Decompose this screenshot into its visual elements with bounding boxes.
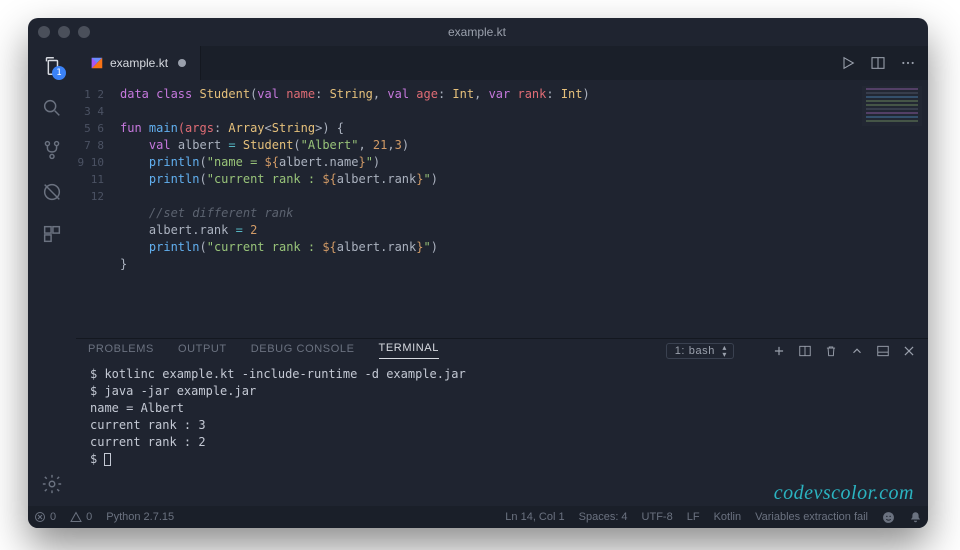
close-dot[interactable] bbox=[38, 26, 50, 38]
watermark: codevscolor.com bbox=[774, 485, 914, 502]
editor-group: example.kt 1 2 3 4 5 6 7 8 9 10 11 12 da… bbox=[76, 46, 928, 506]
code-content[interactable]: data class Student(val name: String, val… bbox=[114, 80, 928, 338]
status-cursor-pos[interactable]: Ln 14, Col 1 bbox=[505, 511, 564, 523]
panel-actions bbox=[772, 344, 916, 358]
status-errors[interactable]: 0 bbox=[34, 511, 56, 523]
source-control-icon[interactable] bbox=[40, 138, 64, 162]
more-icon[interactable] bbox=[900, 55, 916, 71]
line-gutter: 1 2 3 4 5 6 7 8 9 10 11 12 bbox=[76, 80, 114, 338]
panel-tab-debug-console[interactable]: DEBUG CONSOLE bbox=[251, 343, 355, 359]
status-warnings[interactable]: 0 bbox=[70, 511, 92, 523]
activity-bar: 1 bbox=[28, 46, 76, 506]
panel-tab-output[interactable]: OUTPUT bbox=[178, 343, 227, 359]
status-eol[interactable]: LF bbox=[687, 511, 700, 523]
maximize-panel-icon[interactable] bbox=[850, 344, 864, 358]
run-icon[interactable] bbox=[840, 55, 856, 71]
dirty-indicator-icon bbox=[178, 59, 186, 67]
minimap[interactable] bbox=[862, 86, 922, 126]
new-terminal-icon[interactable] bbox=[772, 344, 786, 358]
terminal-selector[interactable]: 1: bash bbox=[666, 343, 734, 359]
titlebar: example.kt bbox=[28, 18, 928, 46]
workbench: 1 example.kt bbox=[28, 46, 928, 506]
kotlin-file-icon bbox=[90, 56, 104, 70]
explorer-icon[interactable]: 1 bbox=[40, 54, 64, 78]
bottom-panel: PROBLEMS OUTPUT DEBUG CONSOLE TERMINAL 1… bbox=[76, 338, 928, 506]
panel-tab-terminal[interactable]: TERMINAL bbox=[379, 342, 439, 359]
zoom-dot[interactable] bbox=[78, 26, 90, 38]
minimize-dot[interactable] bbox=[58, 26, 70, 38]
terminal[interactable]: $ kotlinc example.kt -include-runtime -d… bbox=[76, 362, 928, 506]
explorer-badge: 1 bbox=[52, 66, 66, 80]
status-bar: 0 0 Python 2.7.15 Ln 14, Col 1 Spaces: 4… bbox=[28, 506, 928, 528]
editor[interactable]: 1 2 3 4 5 6 7 8 9 10 11 12 data class St… bbox=[76, 80, 928, 338]
status-extra[interactable]: Variables extraction fail bbox=[755, 511, 868, 523]
tab-bar: example.kt bbox=[76, 46, 928, 80]
split-terminal-icon[interactable] bbox=[798, 344, 812, 358]
tab-label: example.kt bbox=[110, 56, 168, 70]
panel-tabs: PROBLEMS OUTPUT DEBUG CONSOLE TERMINAL 1… bbox=[76, 339, 928, 362]
split-editor-icon[interactable] bbox=[870, 55, 886, 71]
kill-terminal-icon[interactable] bbox=[824, 344, 838, 358]
status-python[interactable]: Python 2.7.15 bbox=[106, 511, 174, 523]
toggle-panel-icon[interactable] bbox=[876, 344, 890, 358]
editor-window: example.kt 1 bbox=[28, 18, 928, 528]
status-encoding[interactable]: UTF-8 bbox=[642, 511, 673, 523]
debug-icon[interactable] bbox=[40, 180, 64, 204]
extensions-icon[interactable] bbox=[40, 222, 64, 246]
status-feedback-icon[interactable] bbox=[882, 511, 895, 524]
status-bell-icon[interactable] bbox=[909, 511, 922, 524]
tab-example-kt[interactable]: example.kt bbox=[76, 46, 201, 80]
panel-tab-problems[interactable]: PROBLEMS bbox=[88, 343, 154, 359]
settings-gear-icon[interactable] bbox=[40, 472, 64, 496]
search-icon[interactable] bbox=[40, 96, 64, 120]
status-language[interactable]: Kotlin bbox=[714, 511, 742, 523]
traffic-lights bbox=[38, 26, 90, 38]
close-panel-icon[interactable] bbox=[902, 344, 916, 358]
editor-actions bbox=[828, 46, 928, 80]
status-spaces[interactable]: Spaces: 4 bbox=[579, 511, 628, 523]
window-title: example.kt bbox=[90, 25, 864, 39]
